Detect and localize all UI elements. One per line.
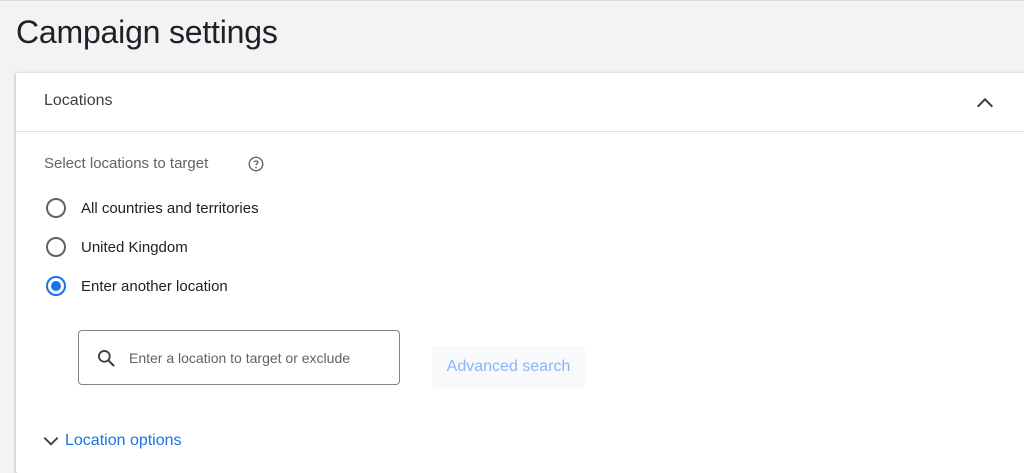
search-icon (98, 350, 115, 367)
top-divider (0, 0, 1024, 1)
radio-option-label: Enter another location (81, 277, 228, 295)
location-options-label: Location options (65, 432, 182, 449)
locations-panel: Locations Select locations to target All… (16, 73, 1024, 473)
chevron-down-icon (43, 437, 59, 446)
radio-button-selected[interactable] (46, 276, 66, 296)
chevron-up-icon[interactable] (974, 92, 996, 114)
locations-panel-header[interactable]: Locations (16, 73, 1024, 132)
advanced-search-button[interactable]: Advanced search (432, 346, 585, 388)
radio-button[interactable] (46, 198, 66, 218)
location-options-toggle[interactable]: Location options (41, 431, 182, 451)
radio-option-another-location[interactable]: Enter another location (46, 273, 228, 299)
radio-option-united-kingdom[interactable]: United Kingdom (46, 234, 188, 260)
locations-panel-title: Locations (44, 92, 113, 109)
radio-option-all-countries[interactable]: All countries and territories (46, 195, 259, 221)
radio-button[interactable] (46, 237, 66, 257)
radio-option-label: All countries and territories (81, 199, 259, 217)
page-title: Campaign settings (16, 14, 278, 50)
select-locations-label: Select locations to target (44, 155, 209, 172)
location-search-field[interactable] (78, 330, 400, 385)
location-search-input[interactable] (129, 347, 389, 369)
help-circle-icon[interactable] (247, 155, 265, 173)
radio-option-label: United Kingdom (81, 238, 188, 256)
